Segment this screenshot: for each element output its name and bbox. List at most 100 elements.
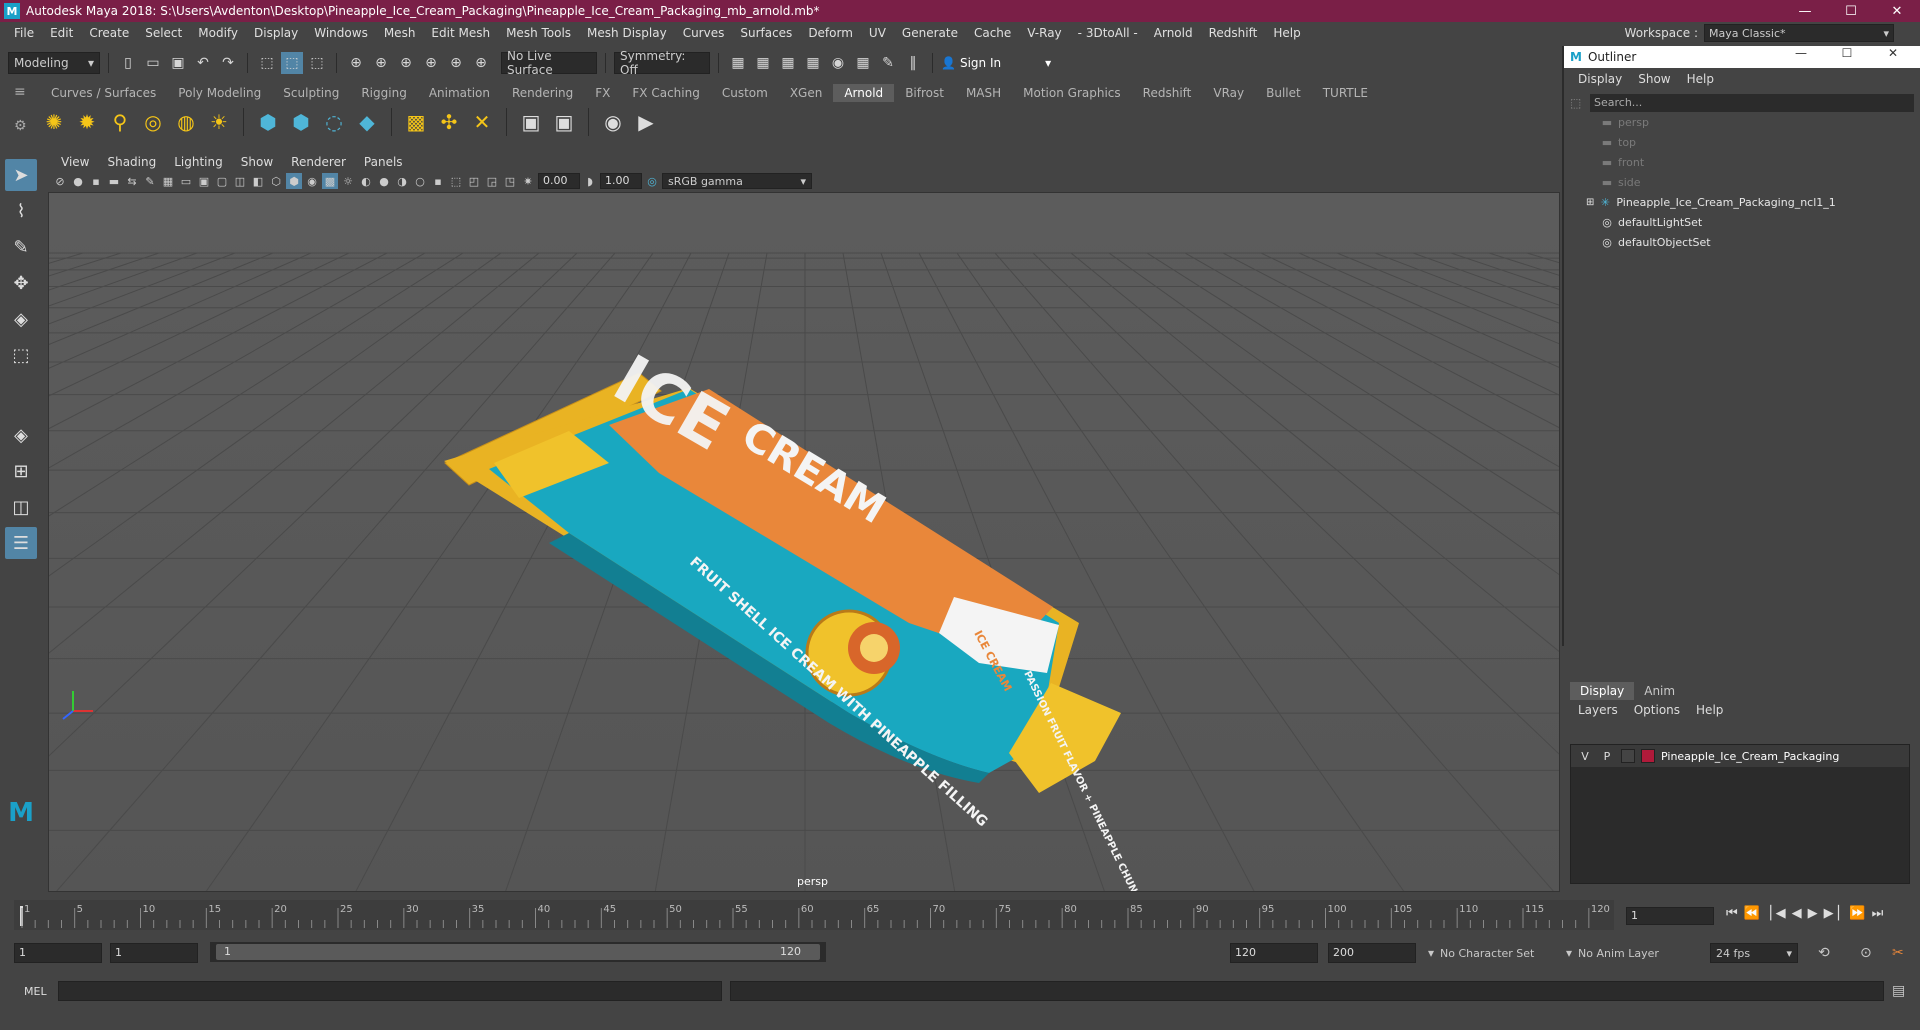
shelf-tab-fx-caching[interactable]: FX Caching — [621, 84, 710, 102]
render-frame-icon[interactable]: ▦ — [727, 52, 749, 74]
gamma-icon[interactable]: ◗ — [582, 173, 598, 189]
gate-mask-icon[interactable]: ▢ — [214, 173, 230, 189]
go-to-end-icon[interactable]: ⏭ — [1872, 906, 1884, 926]
open-scene-icon[interactable]: ▭ — [142, 52, 164, 74]
select-tool-icon[interactable]: ➤ — [5, 159, 37, 191]
menu-item-mesh[interactable]: Mesh — [376, 26, 424, 40]
step-forward-key-icon[interactable]: ⏩ — [1849, 906, 1865, 926]
shelf-tab-turtle[interactable]: TURTLE — [1312, 84, 1379, 102]
snap-curve-icon[interactable]: ⊕ — [370, 52, 392, 74]
shelf-tab-custom[interactable]: Custom — [711, 84, 779, 102]
shelf-tab-arnold[interactable]: Arnold — [833, 84, 895, 102]
go-to-start-icon[interactable]: ⏮ — [1726, 906, 1738, 926]
shelf-tab-bifrost[interactable]: Bifrost — [894, 84, 955, 102]
close-button[interactable]: ✕ — [1870, 46, 1916, 60]
menu-item-cache[interactable]: Cache — [966, 26, 1019, 40]
flush-cache-icon[interactable]: ✕ — [468, 108, 496, 136]
move-tool-icon[interactable]: ✥ — [5, 267, 37, 299]
select-component-icon[interactable]: ⬚ — [306, 52, 328, 74]
four-pane-icon[interactable]: ⊞ — [5, 455, 37, 487]
snap-view-icon[interactable]: ⊕ — [420, 52, 442, 74]
2d-pan-icon[interactable]: ⇆ — [124, 173, 140, 189]
step-forward-frame-icon[interactable]: ▶⎪ — [1824, 906, 1844, 926]
menu-item-deform[interactable]: Deform — [800, 26, 861, 40]
isolate-icon[interactable]: ⬚ — [448, 173, 464, 189]
menu-item-help[interactable]: Help — [1265, 26, 1308, 40]
outliner-item[interactable]: ▬ top — [1570, 132, 1920, 152]
resolution-gate-icon[interactable]: ▣ — [196, 173, 212, 189]
outliner-search-input[interactable]: Search... — [1590, 94, 1914, 112]
ipr-render-icon[interactable]: ▦ — [777, 52, 799, 74]
shelf-tab-bullet[interactable]: Bullet — [1255, 84, 1312, 102]
menu-item-arnold[interactable]: Arnold — [1146, 26, 1201, 40]
hypershade-icon[interactable]: ◉ — [827, 52, 849, 74]
shelf-tab-curves-surfaces[interactable]: Curves / Surfaces — [40, 84, 167, 102]
menu-item-edit-mesh[interactable]: Edit Mesh — [423, 26, 498, 40]
shelf-tab-animation[interactable]: Animation — [418, 84, 501, 102]
outliner-item[interactable]: ◎ defaultObjectSet — [1570, 232, 1920, 252]
shelf-settings-icon[interactable]: ⚙ — [14, 118, 27, 134]
shelf-tab-vray[interactable]: VRay — [1202, 84, 1255, 102]
default-material-icon[interactable]: ◉ — [304, 173, 320, 189]
animation-start-field[interactable]: 1 — [14, 943, 102, 963]
save-scene-icon[interactable]: ▣ — [167, 52, 189, 74]
playback-start-field[interactable]: 1 — [110, 943, 198, 963]
lasso-tool-icon[interactable]: ⌇ — [5, 195, 37, 227]
textured-icon[interactable]: ▩ — [322, 173, 338, 189]
close-button[interactable]: ✕ — [1874, 0, 1920, 22]
outliner-menu-display[interactable]: Display — [1570, 72, 1630, 86]
layer-playback-toggle[interactable]: P — [1599, 750, 1615, 763]
view-icon[interactable]: ◉ — [599, 108, 627, 136]
viewport-persp[interactable]: ICE CREAM ICE CREAM FRUIT SHELL ICE CREA… — [48, 192, 1560, 892]
step-back-frame-icon[interactable]: ⎪◀ — [1766, 906, 1786, 926]
arnold-render-icon[interactable]: ✎ — [877, 52, 899, 74]
antialias-icon[interactable]: ○ — [412, 173, 428, 189]
maximize-button[interactable]: ☐ — [1824, 46, 1870, 60]
menu-item--3dtoall-[interactable]: - 3DtoAll - — [1070, 26, 1146, 40]
motion-blur-icon[interactable]: ◑ — [394, 173, 410, 189]
wireframe-icon[interactable]: ⬡ — [268, 173, 284, 189]
live-surface-field[interactable]: No Live Surface — [501, 49, 597, 77]
camera-select-icon[interactable]: ⊘ — [52, 173, 68, 189]
render-icon[interactable]: ▩ — [402, 108, 430, 136]
shelf-tab-rigging[interactable]: Rigging — [350, 84, 417, 102]
menu-item-uv[interactable]: UV — [861, 26, 894, 40]
menu-item-modify[interactable]: Modify — [190, 26, 246, 40]
minimize-button[interactable]: — — [1778, 46, 1824, 60]
menu-item-generate[interactable]: Generate — [894, 26, 966, 40]
outliner-item[interactable]: ◎ defaultLightSet — [1570, 212, 1920, 232]
menu-item-mesh-tools[interactable]: Mesh Tools — [498, 26, 579, 40]
symmetry-dropdown[interactable]: Symmetry: Off — [614, 49, 710, 77]
scale-tool-icon[interactable]: ⬚ — [5, 339, 37, 371]
mel-input[interactable] — [58, 981, 722, 1001]
snap-vertex-icon[interactable]: ⊕ — [470, 52, 492, 74]
viewport-menu-shading[interactable]: Shading — [98, 155, 165, 169]
sun-light-icon[interactable]: ☀ — [205, 108, 233, 136]
layer-row[interactable]: V P Pineapple_Ice_Cream_Packaging — [1571, 745, 1909, 767]
outliner-menu-show[interactable]: Show — [1630, 72, 1678, 86]
depth-of-field-icon[interactable]: ▪ — [430, 173, 446, 189]
filter-icon[interactable]: ⬚ — [1570, 96, 1581, 110]
select-object-icon[interactable]: ⬚ — [281, 52, 303, 74]
select-hierarchy-icon[interactable]: ⬚ — [256, 52, 278, 74]
paint-select-icon[interactable]: ✎ — [5, 231, 37, 263]
outliner-layout-icon[interactable]: ☰ — [5, 527, 37, 559]
image-plane-icon[interactable]: ▬ — [106, 173, 122, 189]
time-slider[interactable]: 1 5 10 15 20 25 30 35 40 45 50 55 60 65 70 75 80 85 90 95 10… — [14, 900, 1614, 930]
script-editor-icon[interactable]: ▤ — [1892, 983, 1905, 999]
sign-in-button[interactable]: 👤 Sign In ▾ — [941, 56, 1051, 70]
xray-icon[interactable]: ◰ — [466, 173, 482, 189]
camera-attr-icon[interactable]: ● — [70, 173, 86, 189]
menu-item-v-ray[interactable]: V-Ray — [1019, 26, 1069, 40]
anim-layer-dropdown[interactable]: ▾ No Anim Layer — [1566, 943, 1686, 963]
outliner-item[interactable]: ▬ side — [1570, 172, 1920, 192]
grease-pencil-icon[interactable]: ✎ — [142, 173, 158, 189]
layer-color-swatch[interactable] — [1641, 749, 1655, 763]
safe-action-icon[interactable]: ◧ — [250, 173, 266, 189]
expand-icon[interactable]: ⊞ — [1586, 197, 1594, 208]
render-sequence-icon[interactable]: ▦ — [752, 52, 774, 74]
color-management-icon[interactable]: ◎ — [644, 173, 660, 189]
shelf-menu-icon[interactable]: ≡ — [14, 84, 26, 100]
character-set-dropdown[interactable]: ▾ No Character Set — [1428, 943, 1588, 963]
fps-dropdown[interactable]: 24 fps ▾ — [1710, 943, 1798, 963]
